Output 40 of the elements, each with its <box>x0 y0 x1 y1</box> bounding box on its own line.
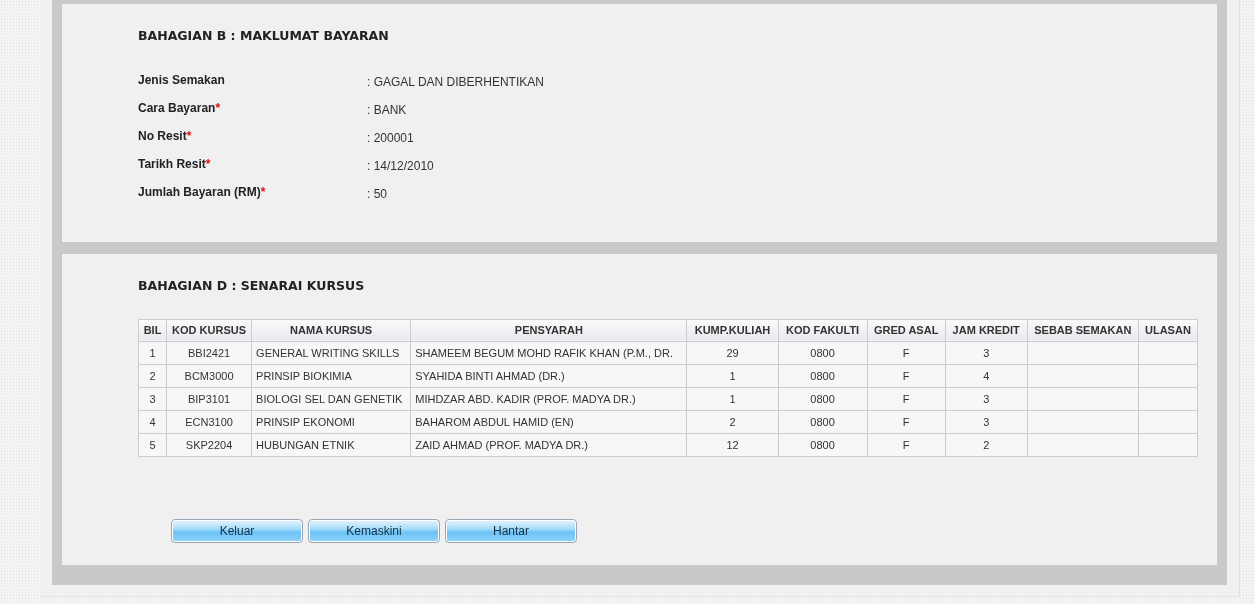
field-value: : 50 <box>367 186 388 201</box>
section-title: BAHAGIAN D : SENARAI KURSUS <box>138 277 366 293</box>
table-cell: 4 <box>138 410 167 434</box>
field-label: Jenis Semakan <box>138 73 226 89</box>
table-cell: GENERAL WRITING SKILLS <box>251 341 411 365</box>
table-cell: 1 <box>138 341 167 365</box>
field-label: Jumlah Bayaran (RM)* <box>138 185 267 201</box>
table-cell: SHAMEEM BEGUM MOHD RAFIK KHAN (P.M., DR. <box>410 341 687 365</box>
action-button[interactable]: Kemaskini <box>308 518 440 543</box>
column-header: KUMP.KULIAH <box>687 319 779 342</box>
table-cell: 2 <box>138 364 167 388</box>
section-title: BAHAGIAN B : MAKLUMAT BAYARAN <box>138 28 390 43</box>
table-cell: SYAHIDA BINTI AHMAD (DR.) <box>410 364 687 388</box>
table-cell: HUBUNGAN ETNIK <box>251 433 411 457</box>
field-value: : 14/12/2010 <box>367 158 435 173</box>
action-button[interactable]: Hantar <box>445 518 577 543</box>
table-cell: 5 <box>138 433 167 457</box>
field-value: : 200001 <box>367 130 415 145</box>
column-header: PENSYARAH <box>410 319 687 342</box>
table-cell: PRINSIP EKONOMI <box>251 410 411 434</box>
table-cell: MIHDZAR ABD. KADIR (PROF. MADYA DR.) <box>410 387 687 411</box>
field-value: : GAGAL DAN DIBERHENTIKAN <box>367 74 545 89</box>
action-button[interactable]: Keluar <box>171 518 303 543</box>
table-cell: ZAID AHMAD (PROF. MADYA DR.) <box>410 433 687 457</box>
field-label: Cara Bayaran* <box>138 101 222 117</box>
field-label: Tarikh Resit* <box>138 157 212 173</box>
field-label: No Resit* <box>138 129 193 145</box>
table-cell: PRINSIP BIOKIMIA <box>251 364 411 388</box>
column-header: ULASAN <box>1138 319 1198 342</box>
column-header: KOD FAKULTI <box>778 319 868 342</box>
table-cell: BAHAROM ABDUL HAMID (EN) <box>410 410 687 434</box>
column-header: JAM KREDIT <box>945 319 1028 342</box>
column-header: NAMA KURSUS <box>251 319 411 342</box>
column-header: SEBAB SEMAKAN <box>1027 319 1139 342</box>
column-header: GRED ASAL <box>867 319 946 342</box>
table-cell: 3 <box>138 387 167 411</box>
column-header: KOD KURSUS <box>166 319 252 342</box>
column-header: BIL <box>138 319 167 342</box>
table-cell: BIOLOGI SEL DAN GENETIK <box>251 387 411 411</box>
field-value: : BANK <box>367 102 408 117</box>
